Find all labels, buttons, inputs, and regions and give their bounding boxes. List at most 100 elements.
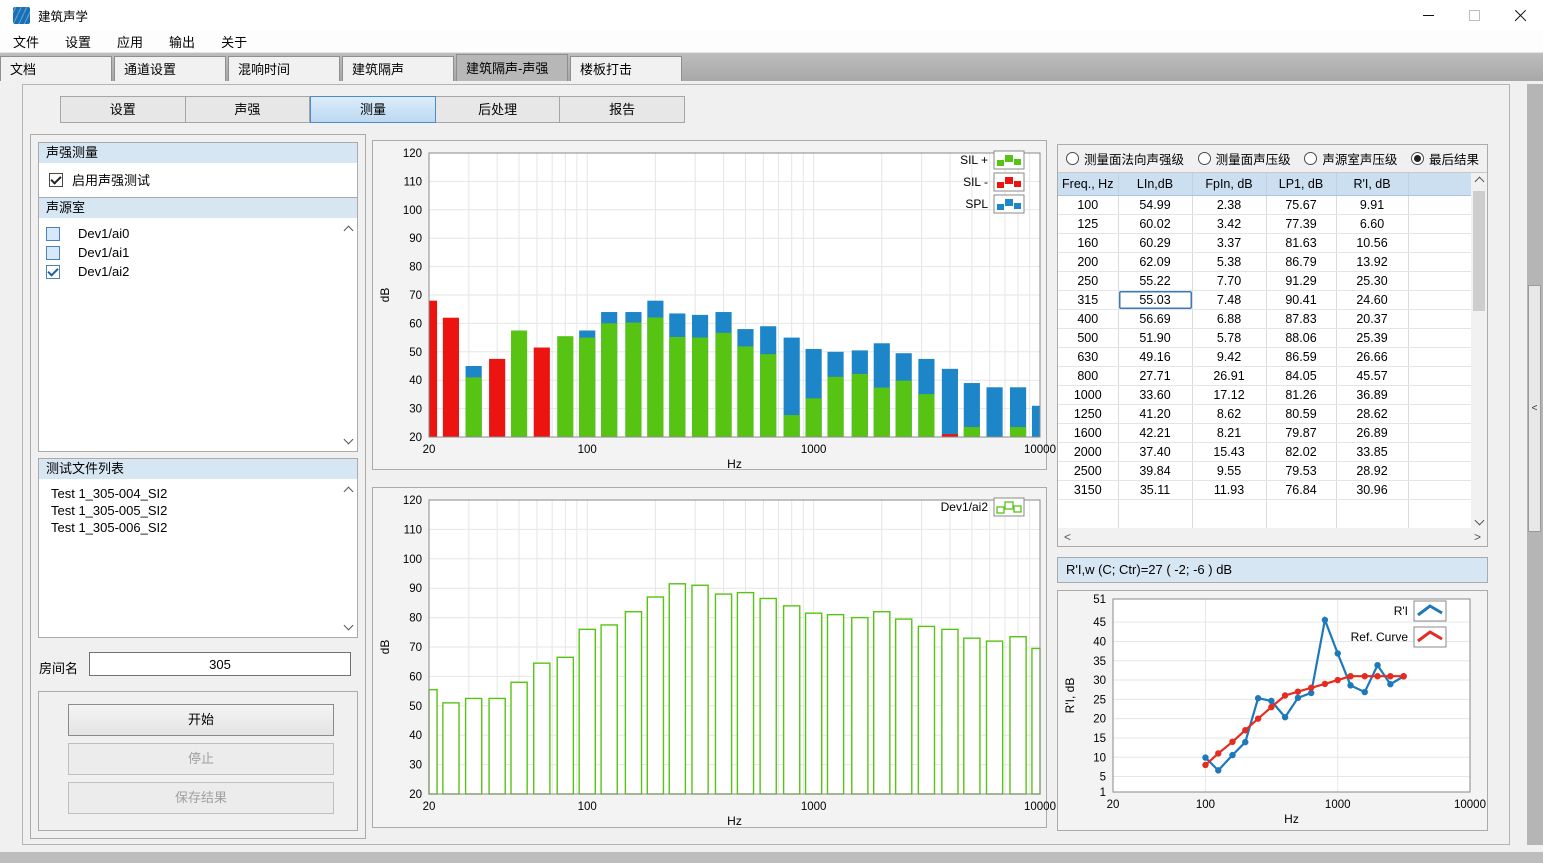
- table-cell[interactable]: 55.03: [1118, 291, 1192, 310]
- subtab-intensity[interactable]: 声强: [186, 96, 311, 123]
- table-cell[interactable]: 3.42: [1192, 215, 1266, 234]
- maximize-button[interactable]: [1451, 0, 1497, 30]
- table-cell[interactable]: [1408, 462, 1471, 481]
- table-cell[interactable]: 24.60: [1336, 291, 1408, 310]
- table-cell[interactable]: 33.85: [1336, 443, 1408, 462]
- table-vertical-scrollbar[interactable]: [1471, 173, 1487, 528]
- table-cell[interactable]: 26.89: [1336, 424, 1408, 443]
- save-results-button[interactable]: 保存结果: [68, 782, 334, 814]
- table-cell[interactable]: 49.16: [1118, 348, 1192, 367]
- table-cell[interactable]: 6.60: [1336, 215, 1408, 234]
- table-cell[interactable]: 91.29: [1266, 272, 1336, 291]
- table-cell[interactable]: [1408, 291, 1471, 310]
- table-cell[interactable]: [1408, 310, 1471, 329]
- table-cell[interactable]: 28.92: [1336, 462, 1408, 481]
- test-file-item[interactable]: Test 1_305-004_SI2: [39, 485, 357, 502]
- table-cell[interactable]: 42.21: [1118, 424, 1192, 443]
- channel-checkbox[interactable]: [46, 246, 60, 260]
- table-cell[interactable]: 87.83: [1266, 310, 1336, 329]
- subtab-setup[interactable]: 设置: [60, 96, 186, 123]
- table-cell[interactable]: 30.96: [1336, 481, 1408, 500]
- table-cell[interactable]: 56.69: [1118, 310, 1192, 329]
- enable-intensity-checkbox-row[interactable]: 启用声强测试: [49, 170, 357, 189]
- table-cell[interactable]: 6.88: [1192, 310, 1266, 329]
- table-cell[interactable]: 630: [1058, 348, 1118, 367]
- result-view-radio-1[interactable]: 测量面声压级: [1198, 149, 1291, 168]
- table-cell[interactable]: 2000: [1058, 443, 1118, 462]
- table-cell[interactable]: 28.62: [1336, 405, 1408, 424]
- channel-item[interactable]: Dev1/ai1: [39, 243, 357, 262]
- table-cell[interactable]: 76.84: [1266, 481, 1336, 500]
- table-cell[interactable]: 39.84: [1118, 462, 1192, 481]
- table-cell[interactable]: [1408, 424, 1471, 443]
- table-cell[interactable]: [1408, 348, 1471, 367]
- table-cell[interactable]: 77.39: [1266, 215, 1336, 234]
- tab-reverb-time[interactable]: 混响时间: [228, 56, 340, 81]
- table-cell[interactable]: [1408, 215, 1471, 234]
- table-cell[interactable]: [1408, 481, 1471, 500]
- table-cell[interactable]: 5.38: [1192, 253, 1266, 272]
- table-cell[interactable]: 2.38: [1192, 196, 1266, 215]
- table-cell[interactable]: 86.59: [1266, 348, 1336, 367]
- table-cell[interactable]: [1408, 234, 1471, 253]
- menu-item-output[interactable]: 输出: [156, 30, 208, 53]
- table-cell[interactable]: [1408, 405, 1471, 424]
- table-cell[interactable]: 2500: [1058, 462, 1118, 481]
- stop-button[interactable]: 停止: [68, 743, 334, 775]
- test-file-item[interactable]: Test 1_305-006_SI2: [39, 519, 357, 536]
- table-cell[interactable]: 500: [1058, 329, 1118, 348]
- table-cell[interactable]: [1408, 443, 1471, 462]
- table-cell[interactable]: [1408, 272, 1471, 291]
- table-cell[interactable]: 9.55: [1192, 462, 1266, 481]
- table-cell[interactable]: [1408, 196, 1471, 215]
- table-cell[interactable]: 51.90: [1118, 329, 1192, 348]
- table-cell[interactable]: 7.48: [1192, 291, 1266, 310]
- scroll-up-arrow[interactable]: [1471, 173, 1487, 187]
- start-button[interactable]: 开始: [68, 704, 334, 736]
- table-cell[interactable]: 37.40: [1118, 443, 1192, 462]
- scroll-down-arrow[interactable]: [343, 435, 353, 445]
- table-cell[interactable]: 8.21: [1192, 424, 1266, 443]
- table-cell[interactable]: 82.02: [1266, 443, 1336, 462]
- table-cell[interactable]: 81.63: [1266, 234, 1336, 253]
- close-button[interactable]: [1497, 0, 1543, 30]
- table-cell[interactable]: 45.57: [1336, 367, 1408, 386]
- table-cell[interactable]: 9.91: [1336, 196, 1408, 215]
- scroll-up-arrow[interactable]: [343, 485, 353, 495]
- channel-checkbox[interactable]: [46, 227, 60, 241]
- table-cell[interactable]: 80.59: [1266, 405, 1336, 424]
- table-cell[interactable]: 86.79: [1266, 253, 1336, 272]
- table-cell[interactable]: 250: [1058, 272, 1118, 291]
- table-cell[interactable]: 26.91: [1192, 367, 1266, 386]
- menu-item-settings[interactable]: 设置: [52, 30, 104, 53]
- table-cell[interactable]: 90.41: [1266, 291, 1336, 310]
- scroll-left-arrow[interactable]: <: [1064, 528, 1071, 546]
- table-cell[interactable]: 1000: [1058, 386, 1118, 405]
- table-cell[interactable]: 62.09: [1118, 253, 1192, 272]
- tab-building-insulation[interactable]: 建筑隔声: [342, 56, 454, 81]
- enable-intensity-checkbox[interactable]: [49, 173, 63, 187]
- menu-item-file[interactable]: 文件: [0, 30, 52, 53]
- table-cell[interactable]: 25.39: [1336, 329, 1408, 348]
- table-cell[interactable]: 125: [1058, 215, 1118, 234]
- table-cell[interactable]: [1408, 329, 1471, 348]
- table-cell[interactable]: [1408, 367, 1471, 386]
- table-cell[interactable]: 200: [1058, 253, 1118, 272]
- subtab-post-process[interactable]: 后处理: [436, 96, 561, 123]
- channel-item[interactable]: Dev1/ai0: [39, 224, 357, 243]
- table-cell[interactable]: 1250: [1058, 405, 1118, 424]
- table-cell[interactable]: [1408, 253, 1471, 272]
- table-cell[interactable]: 79.53: [1266, 462, 1336, 481]
- scrollbar-thumb[interactable]: [1473, 191, 1485, 311]
- table-cell[interactable]: 160: [1058, 234, 1118, 253]
- tab-document[interactable]: 文档: [0, 56, 112, 81]
- menu-item-application[interactable]: 应用: [104, 30, 156, 53]
- table-cell[interactable]: 60.29: [1118, 234, 1192, 253]
- table-cell[interactable]: 88.06: [1266, 329, 1336, 348]
- table-cell[interactable]: [1408, 386, 1471, 405]
- tab-building-insulation-intensity[interactable]: 建筑隔声-声强: [456, 54, 568, 81]
- table-cell[interactable]: 54.99: [1118, 196, 1192, 215]
- table-cell[interactable]: 3.37: [1192, 234, 1266, 253]
- table-cell[interactable]: 25.30: [1336, 272, 1408, 291]
- scroll-right-arrow[interactable]: >: [1474, 528, 1481, 546]
